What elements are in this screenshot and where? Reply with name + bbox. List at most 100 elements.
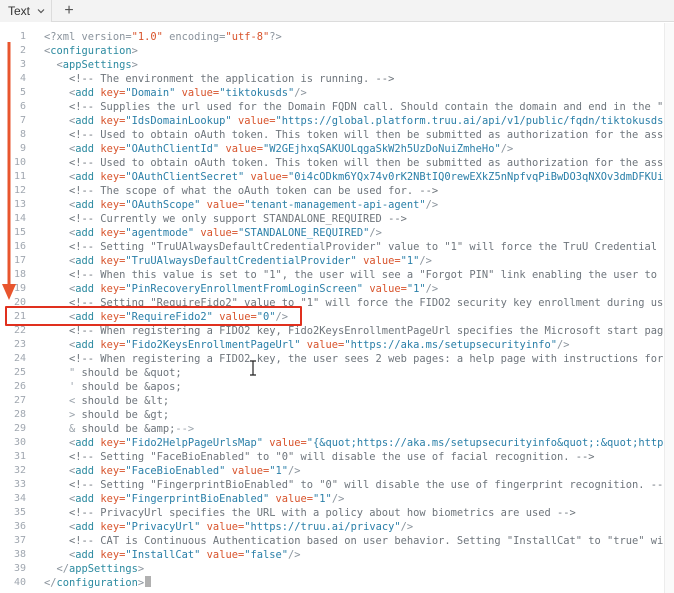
code-token: "utf-8" (225, 31, 270, 43)
code-token: add (75, 115, 95, 127)
code-token: add (75, 493, 95, 505)
highlight-box (5, 306, 302, 326)
code-line[interactable]: 10 <!-- Used to obtain oAuth token. This… (0, 156, 674, 170)
code-line[interactable]: 37 <!-- CAT is Continuous Authentication… (0, 534, 674, 548)
code-token: "PrivacyUrl" (125, 521, 201, 533)
code-line[interactable]: 24 <!-- When registering a FIDO2 key, th… (0, 352, 674, 366)
code-token: key= (94, 339, 126, 351)
code-token: key= (94, 171, 126, 183)
code-token: "OAuthScope" (125, 199, 201, 211)
code-line[interactable]: 14 <!-- Currently we only support STANDA… (0, 212, 674, 226)
code-text: <add key="FaceBioEnabled" value="1"/> (44, 464, 301, 478)
code-line[interactable]: 15 <add key="agentmode" value="STANDALON… (0, 226, 674, 240)
text-cursor-icon (250, 360, 256, 376)
code-line[interactable]: 19 <add key="PinRecoveryEnrollmentFromLo… (0, 282, 674, 296)
code-line[interactable]: 28 > should be &gt; (0, 408, 674, 422)
code-token: add (75, 283, 95, 295)
code-token: encoding= (162, 31, 226, 43)
code-line[interactable]: 5 <add key="Domain" value="tiktokusds"/> (0, 86, 674, 100)
code-token: <!-- PrivacyUrl specifies the URL with a… (44, 507, 576, 519)
code-text: <!-- Used to obtain oAuth token. This to… (44, 156, 663, 170)
code-line[interactable]: 29 & should be &amp;--> (0, 422, 674, 436)
code-token: value= (194, 227, 238, 239)
new-tab-button[interactable]: + (60, 2, 78, 20)
code-token: < (44, 549, 76, 561)
code-line[interactable]: 38 <add key="InstallCat" value="false"/> (0, 548, 674, 562)
code-token: <!-- When registering a FIDO2 key, the u… (44, 353, 664, 365)
code-line[interactable]: 12 <!-- The scope of what the oAuth toke… (0, 184, 674, 198)
code-token: add (75, 521, 95, 533)
code-line[interactable]: 2 <configuration> (0, 44, 674, 58)
code-line[interactable]: 16 <!-- Setting "TruUAlwaysDefaultCreden… (0, 240, 674, 254)
code-token: </ (44, 577, 57, 589)
code-line[interactable]: 25 " should be &quot; (0, 366, 674, 380)
code-token: should be &apos; (75, 381, 182, 393)
code-token: "agentmode" (125, 227, 195, 239)
code-token: < (44, 227, 76, 239)
code-line[interactable]: 23 <add key="Fido2KeysEnrollmentPageUrl"… (0, 338, 674, 352)
code-token: < (44, 87, 76, 99)
code-line[interactable]: 40 </configuration> (0, 576, 674, 590)
code-line[interactable]: 30 <add key="Fido2HelpPageUrlsMap" value… (0, 436, 674, 450)
code-token: "tiktokusds" (219, 87, 295, 99)
code-token: & (44, 423, 76, 435)
code-line[interactable]: 33 <!-- Setting "FingerprintBioEnabled" … (0, 478, 674, 492)
code-token: appSettings (69, 563, 138, 575)
line-number: 26 (13, 381, 26, 392)
code-line[interactable]: 4 <!-- The environment the application i… (0, 72, 674, 86)
code-line[interactable]: 13 <add key="OAuthScope" value="tenant-m… (0, 198, 674, 212)
code-line[interactable]: 3 <appSettings> (0, 58, 674, 72)
code-token: value= (244, 171, 288, 183)
code-token: add (75, 437, 95, 449)
code-line[interactable]: 9 <add key="OAuthClientId" value="W2GEjh… (0, 142, 674, 156)
code-text: <!-- Setting "FingerprintBioEnabled" to … (44, 478, 663, 492)
code-line[interactable]: 1 <?xml version="1.0" encoding="utf-8"?> (0, 30, 674, 44)
code-token: /> (288, 465, 301, 477)
code-line[interactable]: 36 <add key="PrivacyUrl" value="https://… (0, 520, 674, 534)
code-token: <!-- The scope of what the oAuth token c… (44, 185, 439, 197)
code-token: value= (200, 521, 245, 533)
code-line[interactable]: 27 < should be &lt; (0, 394, 674, 408)
code-text: <!-- Used to obtain oAuth token. This to… (44, 128, 663, 142)
code-line[interactable]: 26 ' should be &apos; (0, 380, 674, 394)
code-line[interactable]: 35 <!-- PrivacyUrl specifies the URL wit… (0, 506, 674, 520)
scrollbar[interactable] (664, 23, 674, 593)
code-token: > (131, 45, 138, 57)
code-line[interactable]: 39 </appSettings> (0, 562, 674, 576)
code-text: < should be &lt; (44, 394, 169, 408)
code-token: --> (175, 423, 195, 435)
code-token: add (75, 465, 95, 477)
code-line[interactable]: 6 <!-- Supplies the url used for the Dom… (0, 100, 674, 114)
code-token: key= (94, 115, 126, 127)
code-token: "InstallCat" (125, 549, 201, 561)
code-token: <!-- Supplies the url used for the Domai… (44, 101, 664, 113)
code-token: "PinRecoveryEnrollmentFromLoginScreen" (125, 283, 364, 295)
chevron-down-icon[interactable] (36, 6, 46, 16)
code-text: <add key="Domain" value="tiktokusds"/> (44, 86, 307, 100)
code-line[interactable]: 17 <add key="TruUAlwaysDefaultCredential… (0, 254, 674, 268)
code-line[interactable]: 32 <add key="FaceBioEnabled" value="1"/> (0, 464, 674, 478)
code-token: < (44, 171, 76, 183)
code-line[interactable]: 22 <!-- When registering a FIDO2 key, Fi… (0, 324, 674, 338)
code-line[interactable]: 7 <add key="IdsDomainLookup" value="http… (0, 114, 674, 128)
caret (145, 576, 152, 587)
line-number: 25 (13, 367, 26, 378)
code-token: /> (294, 87, 307, 99)
code-text: <add key="agentmode" value="STANDALONE_R… (44, 226, 382, 240)
tab-text[interactable]: Text (0, 0, 52, 22)
code-line[interactable]: 8 <!-- Used to obtain oAuth token. This … (0, 128, 674, 142)
code-token: "W2GEjhxqSAKUOLqgaSkW2h5UzDoNuiZmheHo" (262, 143, 501, 155)
code-token: /> (369, 227, 382, 239)
code-line[interactable]: 11 <add key="OAuthClientSecret" value="0… (0, 170, 674, 184)
code-token: < (44, 339, 76, 351)
code-token: "TruUAlwaysDefaultCredentialProvider" (125, 255, 357, 267)
code-token: "Domain" (125, 87, 176, 99)
code-token: value= (356, 255, 401, 267)
code-line[interactable]: 34 <add key="FingerprintBioEnabled" valu… (0, 492, 674, 506)
code-line[interactable]: 31 <!-- Setting "FaceBioEnabled" to "0" … (0, 450, 674, 464)
code-token: add (75, 143, 95, 155)
code-text: <?xml version="1.0" encoding="utf-8"?> (44, 30, 282, 44)
code-token: < (44, 255, 76, 267)
code-line[interactable]: 18 <!-- When this value is set to "1", t… (0, 268, 674, 282)
code-token: < (44, 199, 76, 211)
